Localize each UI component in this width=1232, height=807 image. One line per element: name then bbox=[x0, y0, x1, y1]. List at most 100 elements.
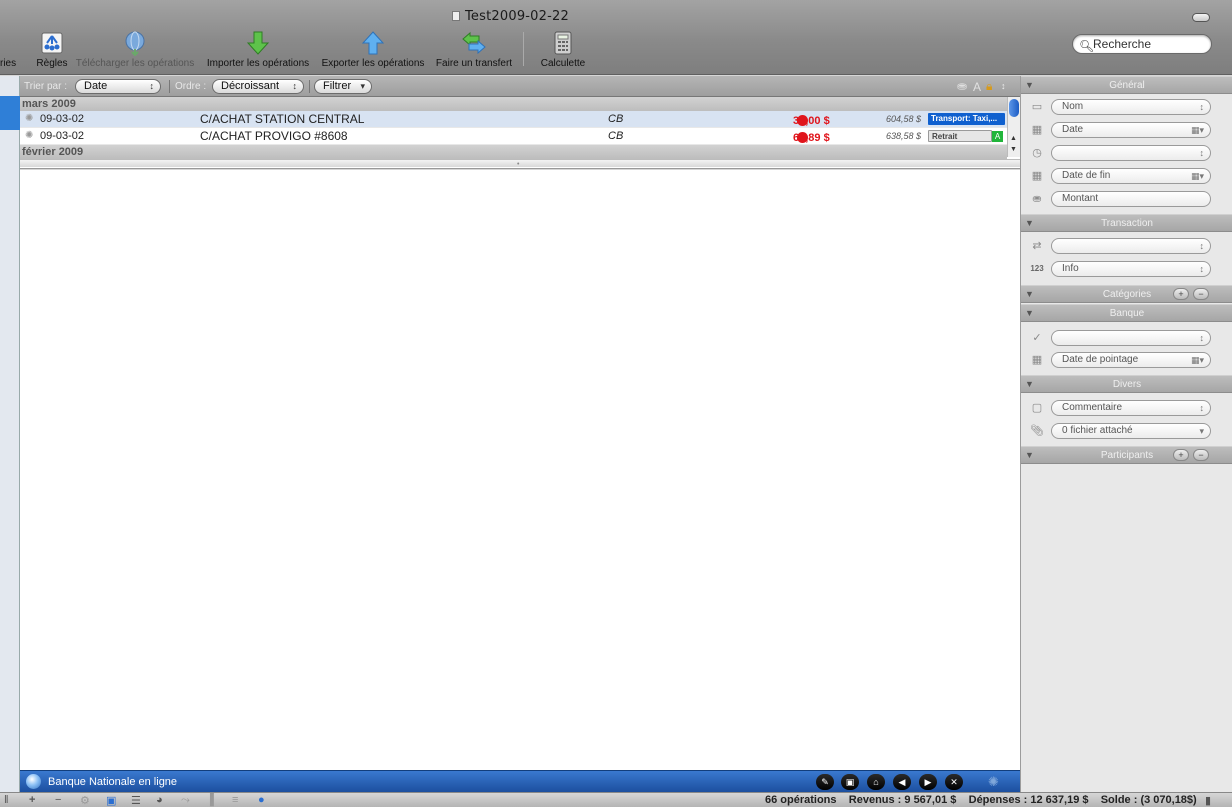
search-input[interactable]: 🔍︎ Recherche bbox=[1072, 34, 1212, 54]
sort-by-popup[interactable]: Date ↕ bbox=[75, 79, 161, 94]
device-icon[interactable]: ▮ bbox=[1205, 794, 1211, 807]
sidebar-selected-account[interactable] bbox=[0, 96, 20, 130]
end-date-field[interactable]: Date de fin ▦▾ bbox=[1051, 168, 1211, 184]
expense-icon bbox=[797, 132, 808, 143]
popup-arrows-icon: ↕ bbox=[1199, 264, 1205, 274]
coins-icon[interactable]: ⛂ bbox=[957, 79, 967, 93]
calendar-picker-icon[interactable]: ▦▾ bbox=[1191, 353, 1204, 367]
time-field[interactable]: ↕ bbox=[1051, 145, 1211, 161]
attachment-field[interactable]: 0 fichier attaché ▾ bbox=[1051, 423, 1211, 439]
row-category-tag[interactable]: Retrait bbox=[928, 130, 992, 142]
row-payment-mode: CB bbox=[608, 130, 624, 142]
transfer-button[interactable]: Faire un transfert bbox=[433, 30, 515, 69]
pie-icon[interactable]: ◕ bbox=[156, 794, 163, 806]
number-icon: 123 bbox=[1030, 264, 1044, 273]
accounts-sidebar[interactable] bbox=[0, 76, 20, 792]
popup-arrows-icon: ↕ bbox=[149, 81, 155, 91]
calculator-icon bbox=[554, 31, 572, 55]
columns-icon[interactable]: ‖ bbox=[4, 794, 9, 806]
scroll-up-arrow-icon[interactable]: ▲ bbox=[1010, 135, 1017, 142]
inspector-panel: ▼ Général ▭ Nom ↕ ▦ Date ▦▾ ◷ ↕ ▦ Date de … bbox=[1020, 76, 1232, 792]
transaction-type-field[interactable]: ↕ bbox=[1051, 238, 1211, 254]
font-icon[interactable]: A bbox=[973, 80, 981, 94]
split-view-divider[interactable]: • bbox=[20, 159, 1020, 168]
row-payment-mode: CB bbox=[608, 113, 624, 125]
sort-icon[interactable]: ≡ bbox=[232, 794, 238, 806]
order-popup[interactable]: Décroissant ↕ bbox=[212, 79, 304, 94]
import-operations-button[interactable]: Importer les opérations bbox=[202, 30, 314, 69]
toolbar-separator bbox=[523, 32, 524, 66]
amount-field[interactable]: Montant bbox=[1051, 191, 1211, 207]
remove-participant-button[interactable]: − bbox=[1193, 449, 1209, 461]
globe-icon[interactable]: ● bbox=[258, 794, 265, 806]
cleared-badge: A bbox=[992, 131, 1003, 142]
row-balance: 638,58 $ bbox=[886, 131, 922, 141]
window-title: Test2009-02-22 bbox=[452, 9, 569, 24]
transfer-type-icon: ⇄ bbox=[1032, 240, 1042, 252]
section-bank[interactable]: ▼ Banque bbox=[1021, 304, 1232, 322]
section-general[interactable]: ▼ Général bbox=[1021, 76, 1232, 94]
edit-button[interactable]: ✎ bbox=[816, 774, 834, 790]
graph-icon[interactable]: ⤳ bbox=[181, 794, 190, 807]
bars-icon[interactable]: ▐ bbox=[206, 794, 214, 806]
list-scrollbar[interactable]: ▲ ▼ bbox=[1007, 97, 1020, 157]
add-icon[interactable]: + bbox=[29, 794, 35, 806]
toolbar-cut-label: ries bbox=[0, 58, 17, 69]
rules-button[interactable]: Règles bbox=[34, 30, 70, 69]
download-operations-button[interactable]: Télécharger les opérations bbox=[74, 30, 196, 69]
calendar-picker-icon[interactable]: ▦▾ bbox=[1191, 123, 1204, 137]
calculator-button[interactable]: Calculette bbox=[533, 30, 593, 69]
clearing-calendar-icon: ▦ bbox=[1031, 354, 1043, 366]
scrollbar-thumb[interactable] bbox=[1009, 99, 1019, 117]
table-row[interactable]: ✺ 09-03-02 C/ACHAT STATION CENTRAL CB 34… bbox=[20, 111, 1007, 128]
scroll-down-arrow-icon[interactable]: ▼ bbox=[1010, 146, 1017, 153]
calendar-icon: ▦ bbox=[1031, 124, 1043, 136]
bank-bar: Banque Nationale en ligne ✎ ▣ ⌂ ◀ ▶ ✕ ✺ bbox=[20, 770, 1020, 792]
row-category-tag[interactable]: Transport: Taxi,... bbox=[928, 113, 1005, 125]
status-spinner-icon: ✺ bbox=[25, 130, 34, 141]
add-participant-button[interactable]: + bbox=[1173, 449, 1189, 461]
export-operations-button[interactable]: Exporter les opérations bbox=[317, 30, 429, 69]
popup-arrows-icon: ↕ bbox=[1199, 333, 1205, 343]
list-icon[interactable]: ☰ bbox=[131, 794, 141, 807]
toolbar-toggle-button[interactable] bbox=[1192, 13, 1210, 22]
transfer-arrows-icon bbox=[462, 31, 486, 55]
bank-status-field[interactable]: ↕ bbox=[1051, 330, 1211, 346]
sort-by-label: Trier par : bbox=[24, 81, 67, 92]
forward-button[interactable]: ▶ bbox=[919, 774, 937, 790]
name-field[interactable]: Nom ↕ bbox=[1051, 99, 1211, 115]
lock-icon[interactable]: 🔒︎ bbox=[986, 79, 992, 94]
section-categories[interactable]: ▼ Catégories + − bbox=[1021, 285, 1232, 303]
arrow-up-icon bbox=[361, 31, 385, 55]
month-header: février 2009 bbox=[20, 145, 1007, 159]
save-button[interactable]: ▣ bbox=[841, 774, 859, 790]
month-header: mars 2009 bbox=[20, 97, 1007, 111]
popup-arrows-icon: ↕ bbox=[1199, 403, 1205, 413]
remove-icon[interactable]: − bbox=[55, 794, 61, 806]
sort-bar: Trier par : Date ↕ Ordre : Décroissant ↕ F… bbox=[20, 76, 1020, 97]
date-field[interactable]: Date ▦▾ bbox=[1051, 122, 1211, 138]
arrow-down-icon bbox=[246, 31, 270, 55]
add-category-button[interactable]: + bbox=[1173, 288, 1189, 300]
grip-icon: • bbox=[517, 161, 520, 168]
comment-field[interactable]: Commentaire ↕ bbox=[1051, 400, 1211, 416]
section-participants[interactable]: ▼ Participants + − bbox=[1021, 446, 1232, 464]
close-button[interactable]: ✕ bbox=[945, 774, 963, 790]
home-button[interactable]: ⌂ bbox=[867, 774, 885, 790]
section-transaction[interactable]: ▼ Transaction bbox=[1021, 214, 1232, 232]
calendar-picker-icon[interactable]: ▦▾ bbox=[1191, 169, 1204, 183]
back-button[interactable]: ◀ bbox=[893, 774, 911, 790]
check-circle-icon: ✓ bbox=[1032, 332, 1042, 344]
transactions-list[interactable]: mars 2009 ✺ 09-03-02 C/ACHAT STATION CEN… bbox=[20, 97, 1020, 169]
popup-arrows-icon: ↕ bbox=[292, 81, 298, 91]
view-icon[interactable]: ▣ bbox=[106, 794, 116, 807]
clearing-date-field[interactable]: Date de pointage ▦▾ bbox=[1051, 352, 1211, 368]
remove-category-button[interactable]: − bbox=[1193, 288, 1209, 300]
filter-popup[interactable]: Filtrer ▾ bbox=[314, 79, 372, 94]
gear-icon[interactable]: ⚙ bbox=[80, 794, 90, 807]
stepper-icon[interactable]: ↕ bbox=[1001, 81, 1006, 91]
info-field[interactable]: Info ↕ bbox=[1051, 261, 1211, 277]
section-misc[interactable]: ▼ Divers bbox=[1021, 375, 1232, 393]
table-row[interactable]: ✺ 09-03-02 C/ACHAT PROVIGO #8608 CB 68,8… bbox=[20, 128, 1007, 145]
clock-icon: ◷ bbox=[1032, 147, 1042, 159]
